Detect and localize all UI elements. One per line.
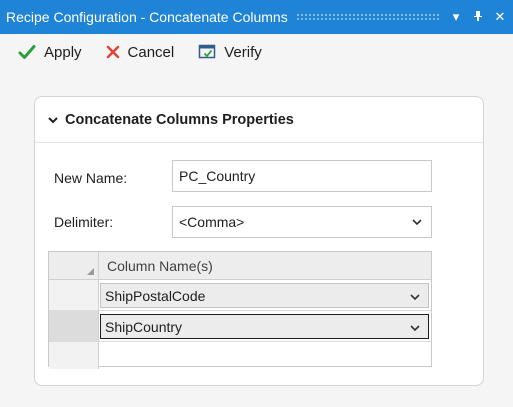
chevron-down-icon	[410, 294, 420, 301]
sort-corner-icon	[87, 268, 94, 275]
verify-label: Verify	[224, 43, 262, 61]
close-icon[interactable]: ✕	[489, 9, 511, 25]
verify-icon	[198, 44, 216, 59]
chevron-down-icon	[410, 325, 420, 332]
column-value: ShipPostalCode	[105, 287, 206, 304]
title-grip[interactable]	[295, 13, 439, 21]
column-select[interactable]: ShipPostalCode	[100, 283, 429, 308]
check-icon	[18, 45, 36, 59]
pin-icon[interactable]	[467, 10, 489, 25]
new-name-input[interactable]: PC_Country	[172, 160, 432, 192]
x-icon	[106, 45, 119, 59]
title-bar: Recipe Configuration - Concatenate Colum…	[0, 0, 513, 34]
cancel-button[interactable]: Cancel	[106, 43, 175, 61]
delimiter-select[interactable]: <Comma>	[172, 206, 432, 238]
window-title: Recipe Configuration - Concatenate Colum…	[6, 9, 288, 25]
window-menu-dropdown-icon[interactable]: ▾	[445, 9, 467, 25]
column-value: ShipCountry	[105, 318, 183, 335]
apply-button[interactable]: Apply	[18, 44, 82, 61]
apply-label: Apply	[44, 43, 82, 61]
toolbar: Apply Cancel Verify	[0, 34, 513, 70]
new-row-header[interactable]	[49, 342, 99, 369]
chevron-down-icon	[412, 219, 422, 226]
table-row: ShipCountry	[99, 311, 431, 342]
new-name-label: New Name:	[54, 170, 128, 186]
row-header[interactable]	[49, 280, 99, 311]
chevron-down-icon	[48, 116, 58, 123]
table-row: ShipPostalCode	[99, 280, 431, 311]
columns-grid: Column Name(s) ShipPostalCode ShipCountr…	[48, 251, 432, 369]
panel-title: Concatenate Columns Properties	[65, 111, 294, 128]
column-header[interactable]: Column Name(s)	[99, 252, 431, 280]
verify-button[interactable]: Verify	[198, 44, 262, 61]
grid-corner[interactable]	[49, 252, 99, 280]
row-header-selected[interactable]	[49, 311, 99, 342]
delimiter-label: Delimiter:	[54, 214, 114, 230]
column-select[interactable]: ShipCountry	[100, 314, 429, 339]
panel-header[interactable]: Concatenate Columns Properties	[35, 97, 483, 143]
cancel-label: Cancel	[127, 43, 175, 61]
delimiter-value: <Comma>	[179, 214, 245, 230]
